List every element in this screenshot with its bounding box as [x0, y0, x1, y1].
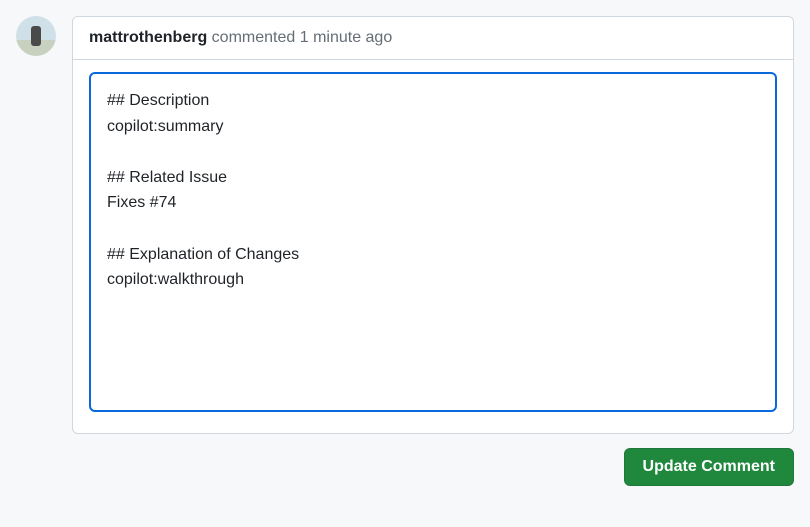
avatar[interactable] — [16, 16, 56, 56]
comment-action-text: commented — [207, 29, 299, 46]
comment-body-wrap: ## Description copilot:summary ## Relate… — [73, 60, 793, 433]
update-comment-button[interactable]: Update Comment — [624, 448, 794, 486]
comment-author-link[interactable]: mattrothenberg — [89, 29, 207, 46]
comment-timestamp: 1 minute ago — [300, 29, 393, 46]
comment-actions: Update Comment — [72, 448, 794, 486]
comment-textarea[interactable]: ## Description copilot:summary ## Relate… — [89, 72, 777, 412]
comment-box: mattrothenberg commented 1 minute ago ##… — [72, 16, 794, 434]
comment-container: mattrothenberg commented 1 minute ago ##… — [16, 16, 794, 486]
comment-header: mattrothenberg commented 1 minute ago — [73, 17, 793, 60]
